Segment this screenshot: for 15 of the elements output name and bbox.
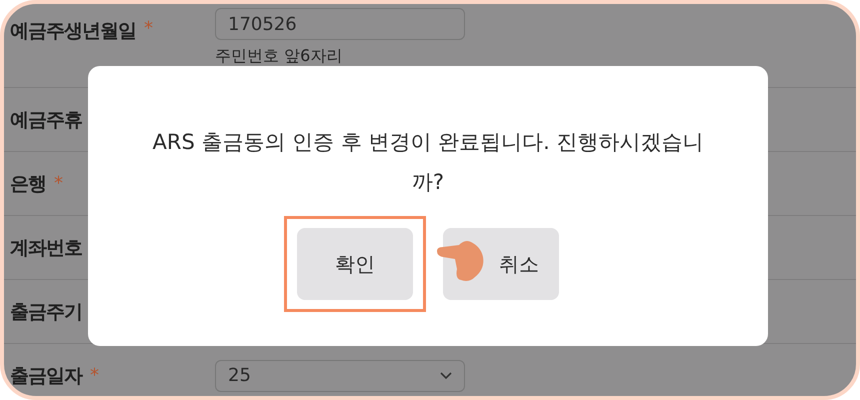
input-field[interactable]: 170526 [215,8,465,40]
select-field[interactable]: 25 [215,360,465,392]
required-mark: * [90,365,99,386]
field-label: 예금주생년월일 [10,19,136,44]
dialog-message: ARS 출금동의 인증 후 변경이 완료됩니다. 진행하시겠습니까? [151,129,704,196]
required-mark: * [54,173,63,194]
field-label: 출금일자 [10,364,82,388]
field-label: 계좌번호 [10,236,82,260]
field-label: 은행 [10,172,46,196]
chevron-down-icon [440,372,452,380]
hint-text: 주민번호 앞6자리 [215,46,344,67]
required-mark: * [144,18,153,39]
dialog-button[interactable]: 확인 [297,228,413,300]
field-label: 예금주휴 [10,108,82,132]
field-label: 출금주기 [10,300,82,324]
